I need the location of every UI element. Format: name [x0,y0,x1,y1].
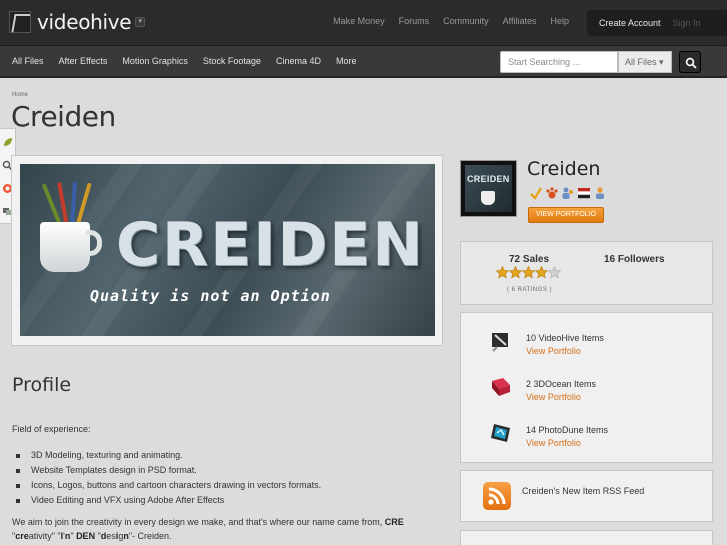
avatar[interactable]: CREIDEN [460,160,517,217]
top-bar: videohive ▾ Make Money Forums Community … [0,0,727,46]
leaf-icon[interactable] [2,137,13,148]
star-icon [548,266,561,279]
star-icon [496,266,509,279]
flag-badge-icon [578,188,590,199]
top-link-community[interactable]: Community [443,16,489,26]
author-name: Creiden [527,158,601,180]
star-icon [509,266,522,279]
list-item: 14 PhotoDune Items View Portfolio [489,421,709,451]
user-badge-icon [596,187,604,199]
item-count: 10 VideoHive Items [526,333,604,343]
mug-icon [481,191,495,205]
list-item: Icons, Logos, buttons and cartoon charac… [16,478,321,493]
photodune-item-icon [491,424,510,442]
breadcrumb[interactable]: Home [12,92,28,98]
rating-stars [496,266,561,279]
author-stats: 72 Sales 16 Followers ( 6 RATINGS ) [460,241,713,305]
sales-count: 72 Sales [509,254,550,265]
followers-count[interactable]: 16 Followers [604,254,665,265]
page-title: Creiden [11,100,116,133]
site-logo[interactable]: videohive ▾ [9,10,146,34]
search-scope-select[interactable]: All Files ▾ [618,51,672,73]
about-text-segment: DEN [76,531,96,541]
about-text: We aim to join the creativity in every d… [12,517,422,527]
checkmark-badge-icon [530,187,543,200]
mug-handle [86,230,102,256]
nav-cinema-4d[interactable]: Cinema 4D [276,56,321,66]
banner-tagline: Quality is not an Option [90,287,331,305]
rss-feed-label: Creiden's New Item RSS Feed [522,486,645,496]
star-icon [535,266,548,279]
item-count: 14 PhotoDune Items [526,425,609,435]
rss-feed[interactable]: Creiden's New Item RSS Feed [460,470,713,522]
item-count: 2 3DOcean Items [526,379,597,389]
list-item: Video Editing and VFX using Adobe After … [16,493,321,508]
top-link-forums[interactable]: Forums [399,16,430,26]
top-link-help[interactable]: Help [550,16,569,26]
3docean-item-icon [492,378,510,396]
field-label: Field of experience: [12,424,91,434]
list-item: 3D Modeling, texturing and animating. [16,448,321,463]
skills-list: 3D Modeling, texturing and animating. We… [16,448,321,508]
banner-image: CREIDEN Quality is not an Option [20,164,435,336]
about-text-segment: cre [15,531,29,541]
marketplace-items: 10 VideoHive Items View Portfolio 2 3DOc… [460,312,713,463]
author-badges [529,186,607,200]
category-links: All Files After Effects Motion Graphics … [12,56,357,66]
top-link-make-money[interactable]: Make Money [333,16,385,26]
profile-heading: Profile [12,374,72,396]
rss-icon [483,482,511,510]
view-portfolio-link[interactable]: View Portfolio [526,438,581,448]
rss-glyph [488,487,506,505]
about-text-segment: "- Creiden. [128,531,172,541]
nav-more[interactable]: More [336,56,357,66]
chevron-down-icon[interactable]: ▾ [135,17,146,27]
nav-stock-footage[interactable]: Stock Footage [203,56,261,66]
view-portfolio-button[interactable]: VIEW PORTFOLIO [528,207,604,223]
videohive-item-icon [492,333,508,352]
sign-in-link[interactable]: Sign In [673,18,701,28]
about-text-segment: ativity" " [28,531,61,541]
search-input[interactable]: Start Searching ... [500,51,618,73]
avatar-brand-text: CREIDEN [467,174,510,184]
rating-count: ( 6 RATINGS ) [507,287,553,293]
view-portfolio-link[interactable]: View Portfolio [526,392,581,402]
avatar-image: CREIDEN [465,165,512,212]
list-item: Website Templates design in PSD format. [16,463,321,478]
about-text-line-2: "creativity" "I'n" DEN "design"- Creiden… [12,531,172,541]
about-text-bold: CRE [384,517,404,527]
star-icon [522,266,535,279]
auth-box: Create Account Sign In [587,10,727,36]
nav-all-files[interactable]: All Files [12,56,44,66]
site-name: videohive [37,10,132,34]
nav-motion-graphics[interactable]: Motion Graphics [122,56,188,66]
nav-after-effects[interactable]: After Effects [59,56,108,66]
videohive-logo-icon [9,11,31,33]
profile-banner: CREIDEN Quality is not an Option [11,155,443,346]
search-button[interactable] [679,51,701,73]
search-scope-value: All Files [625,57,657,67]
top-link-affiliates[interactable]: Affiliates [503,16,537,26]
sidebar-panel [460,530,713,545]
paw-badge-icon [546,187,558,199]
chevron-down-icon: ▾ [659,57,664,67]
list-item: 2 3DOcean Items View Portfolio [489,375,709,405]
list-item: 10 VideoHive Items View Portfolio [489,329,709,359]
about-text-segment: es [106,531,116,541]
banner-brand-text: CREIDEN [116,210,425,280]
mug-icon [40,222,90,272]
about-text-main: We aim to join the creativity in every d… [12,517,385,527]
top-links: Make Money Forums Community Affiliates H… [333,16,569,26]
view-portfolio-link[interactable]: View Portfolio [526,346,581,356]
create-account-button[interactable]: Create Account [599,18,661,28]
search-icon [685,57,697,69]
category-nav: All Files After Effects Motion Graphics … [0,46,727,78]
users-badge-icon [562,187,573,199]
